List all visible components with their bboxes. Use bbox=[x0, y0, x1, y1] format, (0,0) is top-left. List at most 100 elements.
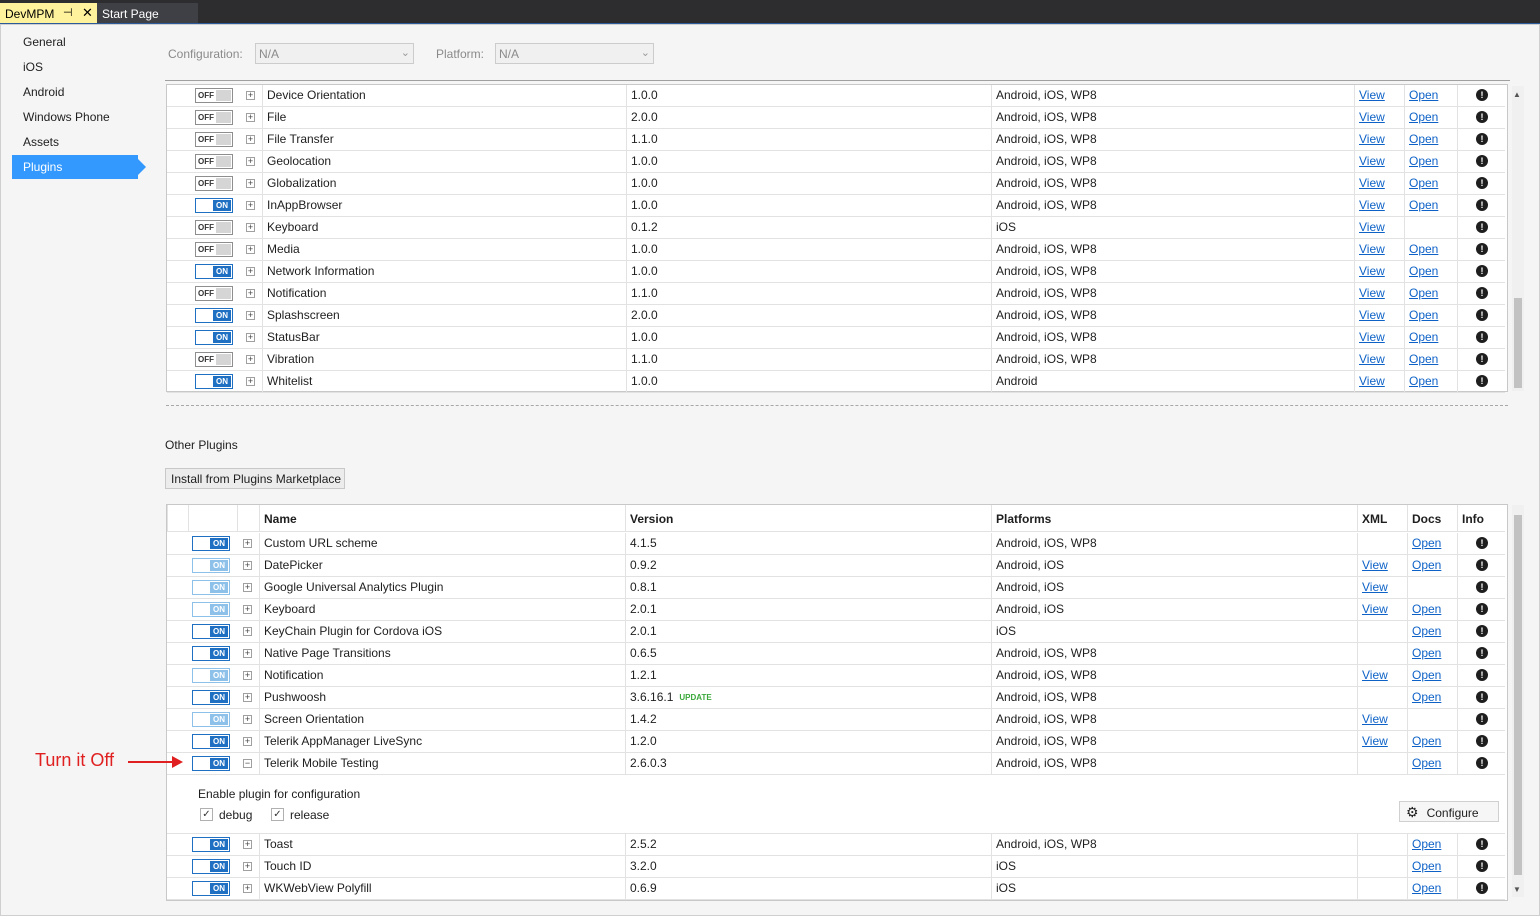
docs-open-link[interactable]: Open bbox=[1409, 242, 1438, 256]
info-icon[interactable]: ! bbox=[1476, 757, 1488, 769]
enable-toggle[interactable]: OFF bbox=[195, 286, 233, 301]
expand-icon[interactable]: + bbox=[243, 884, 252, 893]
enable-toggle[interactable]: ON bbox=[192, 859, 230, 874]
enable-toggle[interactable]: ON bbox=[195, 330, 233, 345]
enable-toggle[interactable]: OFF bbox=[195, 110, 233, 125]
expand-icon[interactable]: + bbox=[243, 583, 252, 592]
info-icon[interactable]: ! bbox=[1476, 581, 1488, 593]
xml-view-link[interactable]: View bbox=[1359, 154, 1385, 168]
expand-icon[interactable]: + bbox=[243, 539, 252, 548]
info-icon[interactable]: ! bbox=[1476, 647, 1488, 659]
enable-toggle[interactable]: ON bbox=[192, 690, 230, 705]
info-icon[interactable]: ! bbox=[1476, 309, 1488, 321]
expand-icon[interactable]: + bbox=[246, 157, 255, 166]
expand-icon[interactable]: + bbox=[243, 715, 252, 724]
scroll-down-icon[interactable]: ▼ bbox=[1513, 885, 1521, 894]
xml-view-link[interactable]: View bbox=[1359, 330, 1385, 344]
nav-item-plugins[interactable]: Plugins bbox=[12, 155, 146, 179]
xml-view-link[interactable]: View bbox=[1359, 132, 1385, 146]
column-header-info[interactable]: Info bbox=[1457, 505, 1505, 531]
enable-toggle[interactable]: ON bbox=[192, 646, 230, 661]
nav-item-assets[interactable]: Assets bbox=[12, 130, 138, 154]
info-icon[interactable]: ! bbox=[1476, 375, 1488, 387]
docs-open-link[interactable]: Open bbox=[1412, 690, 1441, 704]
xml-view-link[interactable]: View bbox=[1362, 668, 1388, 682]
close-icon[interactable]: ✕ bbox=[82, 5, 93, 21]
xml-view-link[interactable]: View bbox=[1359, 264, 1385, 278]
expand-icon[interactable]: + bbox=[243, 840, 252, 849]
info-icon[interactable]: ! bbox=[1476, 860, 1488, 872]
docs-open-link[interactable]: Open bbox=[1409, 286, 1438, 300]
enable-toggle[interactable]: ON bbox=[195, 374, 233, 389]
tab-start-page[interactable]: Start Page bbox=[97, 3, 198, 23]
column-header-version[interactable]: Version bbox=[625, 505, 991, 531]
nav-item-general[interactable]: General bbox=[12, 30, 138, 54]
enable-toggle[interactable]: OFF bbox=[195, 88, 233, 103]
core-scrollbar[interactable]: ▲ bbox=[1512, 86, 1524, 391]
xml-view-link[interactable]: View bbox=[1359, 374, 1385, 388]
update-badge[interactable]: UPDATE bbox=[679, 693, 711, 702]
enable-toggle[interactable]: ON bbox=[192, 602, 230, 617]
xml-view-link[interactable]: View bbox=[1362, 734, 1388, 748]
expand-icon[interactable]: + bbox=[246, 179, 255, 188]
docs-open-link[interactable]: Open bbox=[1412, 536, 1441, 550]
info-icon[interactable]: ! bbox=[1476, 287, 1488, 299]
docs-open-link[interactable]: Open bbox=[1412, 881, 1441, 895]
docs-open-link[interactable]: Open bbox=[1409, 308, 1438, 322]
info-icon[interactable]: ! bbox=[1476, 603, 1488, 615]
enable-toggle[interactable]: ON bbox=[192, 580, 230, 595]
info-icon[interactable]: ! bbox=[1476, 177, 1488, 189]
xml-view-link[interactable]: View bbox=[1359, 198, 1385, 212]
info-icon[interactable]: ! bbox=[1476, 243, 1488, 255]
platform-select[interactable]: N/A ⌄ bbox=[495, 43, 654, 64]
expand-icon[interactable]: + bbox=[243, 862, 252, 871]
enable-toggle[interactable]: OFF bbox=[195, 242, 233, 257]
docs-open-link[interactable]: Open bbox=[1409, 132, 1438, 146]
install-marketplace-button[interactable]: Install from Plugins Marketplace bbox=[165, 468, 345, 489]
debug-checkbox[interactable]: ✓ bbox=[200, 808, 213, 821]
expand-icon[interactable]: + bbox=[246, 223, 255, 232]
column-header-name[interactable]: Name bbox=[259, 505, 625, 531]
expand-icon[interactable]: + bbox=[243, 737, 252, 746]
xml-view-link[interactable]: View bbox=[1359, 110, 1385, 124]
docs-open-link[interactable]: Open bbox=[1409, 198, 1438, 212]
info-icon[interactable]: ! bbox=[1476, 838, 1488, 850]
info-icon[interactable]: ! bbox=[1476, 625, 1488, 637]
info-icon[interactable]: ! bbox=[1476, 735, 1488, 747]
docs-open-link[interactable]: Open bbox=[1412, 668, 1441, 682]
enable-toggle[interactable]: ON bbox=[195, 264, 233, 279]
expand-icon[interactable]: + bbox=[246, 289, 255, 298]
enable-toggle[interactable]: ON bbox=[195, 198, 233, 213]
enable-toggle[interactable]: ON bbox=[192, 558, 230, 573]
info-icon[interactable]: ! bbox=[1476, 559, 1488, 571]
docs-open-link[interactable]: Open bbox=[1409, 88, 1438, 102]
enable-toggle[interactable]: OFF bbox=[195, 352, 233, 367]
info-icon[interactable]: ! bbox=[1476, 331, 1488, 343]
info-icon[interactable]: ! bbox=[1476, 89, 1488, 101]
enable-toggle[interactable]: OFF bbox=[195, 220, 233, 235]
xml-view-link[interactable]: View bbox=[1359, 88, 1385, 102]
column-header-xml[interactable]: XML bbox=[1357, 505, 1407, 531]
docs-open-link[interactable]: Open bbox=[1409, 352, 1438, 366]
expand-icon[interactable]: + bbox=[246, 267, 255, 276]
info-icon[interactable]: ! bbox=[1476, 691, 1488, 703]
xml-view-link[interactable]: View bbox=[1359, 308, 1385, 322]
nav-item-ios[interactable]: iOS bbox=[12, 55, 138, 79]
info-icon[interactable]: ! bbox=[1476, 669, 1488, 681]
pin-icon[interactable]: ⊣ bbox=[63, 6, 73, 19]
expand-icon[interactable]: + bbox=[243, 605, 252, 614]
xml-view-link[interactable]: View bbox=[1359, 176, 1385, 190]
docs-open-link[interactable]: Open bbox=[1409, 154, 1438, 168]
docs-open-link[interactable]: Open bbox=[1412, 734, 1441, 748]
scroll-up-icon[interactable]: ▲ bbox=[1513, 90, 1521, 99]
xml-view-link[interactable]: View bbox=[1362, 558, 1388, 572]
docs-open-link[interactable]: Open bbox=[1412, 624, 1441, 638]
docs-open-link[interactable]: Open bbox=[1412, 602, 1441, 616]
expand-icon[interactable]: + bbox=[246, 113, 255, 122]
xml-view-link[interactable]: View bbox=[1359, 352, 1385, 366]
info-icon[interactable]: ! bbox=[1476, 155, 1488, 167]
expand-icon[interactable]: + bbox=[243, 671, 252, 680]
info-icon[interactable]: ! bbox=[1476, 353, 1488, 365]
xml-view-link[interactable]: View bbox=[1359, 242, 1385, 256]
docs-open-link[interactable]: Open bbox=[1412, 558, 1441, 572]
